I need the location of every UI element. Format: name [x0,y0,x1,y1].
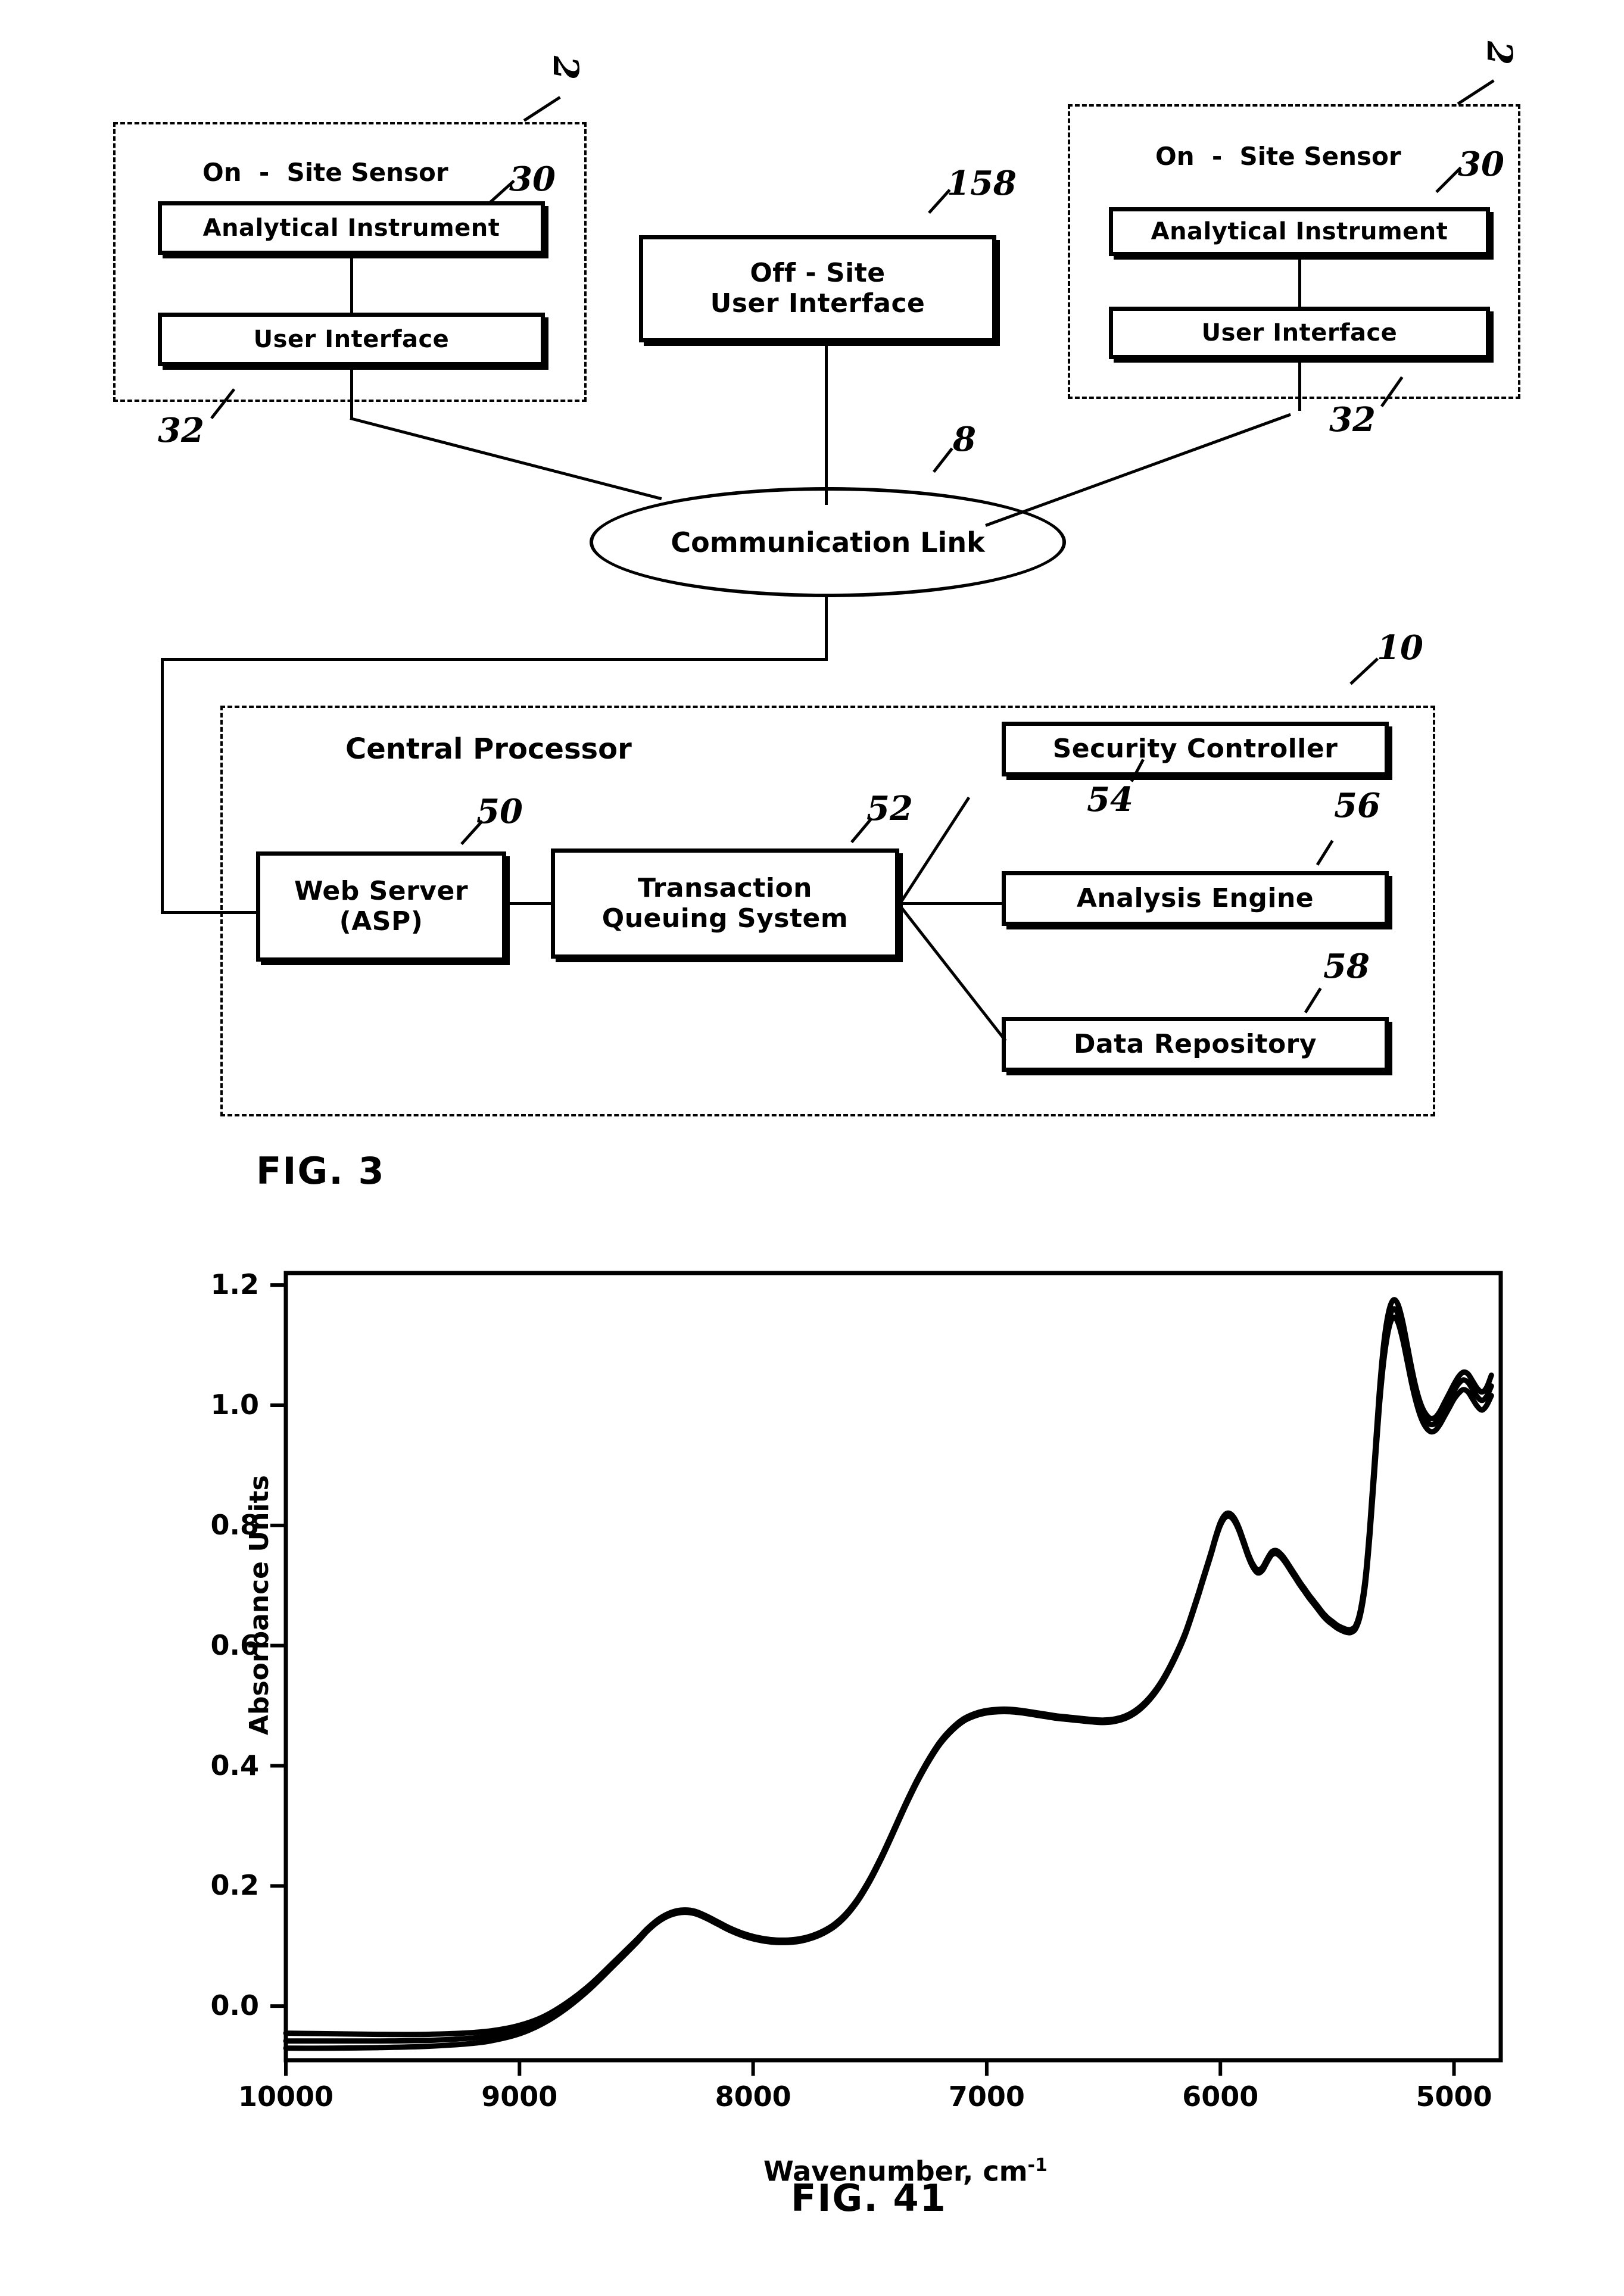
y-tick-label: 0.0 [210,1989,260,2022]
spectrum-trace [283,1314,1494,2051]
x-tick-label: 5000 [1416,2080,1492,2113]
x-tick-label: 10000 [238,2080,334,2113]
x-tick-label: 6000 [1182,2080,1259,2113]
x-axis-title-superscript: -1 [1027,2155,1048,2176]
fig41-caption: FIG. 41 [791,2176,947,2220]
x-tick-label: 9000 [481,2080,558,2113]
y-tick-label: 1.0 [210,1389,260,1421]
y-tick-label: 0.2 [210,1869,260,1902]
x-tick-label: 8000 [715,2080,791,2113]
y-axis-title-text: Absorbance Units [244,1475,275,1736]
spectrum-chart [270,1271,1503,2076]
spectrum-trace [283,1297,1494,2038]
x-tick-label: 7000 [948,2080,1025,2113]
spectrum-trace [283,1306,1494,2044]
y-tick-label: 1.2 [210,1268,260,1301]
y-axis-title: Absorbance Units [214,1474,275,1754]
